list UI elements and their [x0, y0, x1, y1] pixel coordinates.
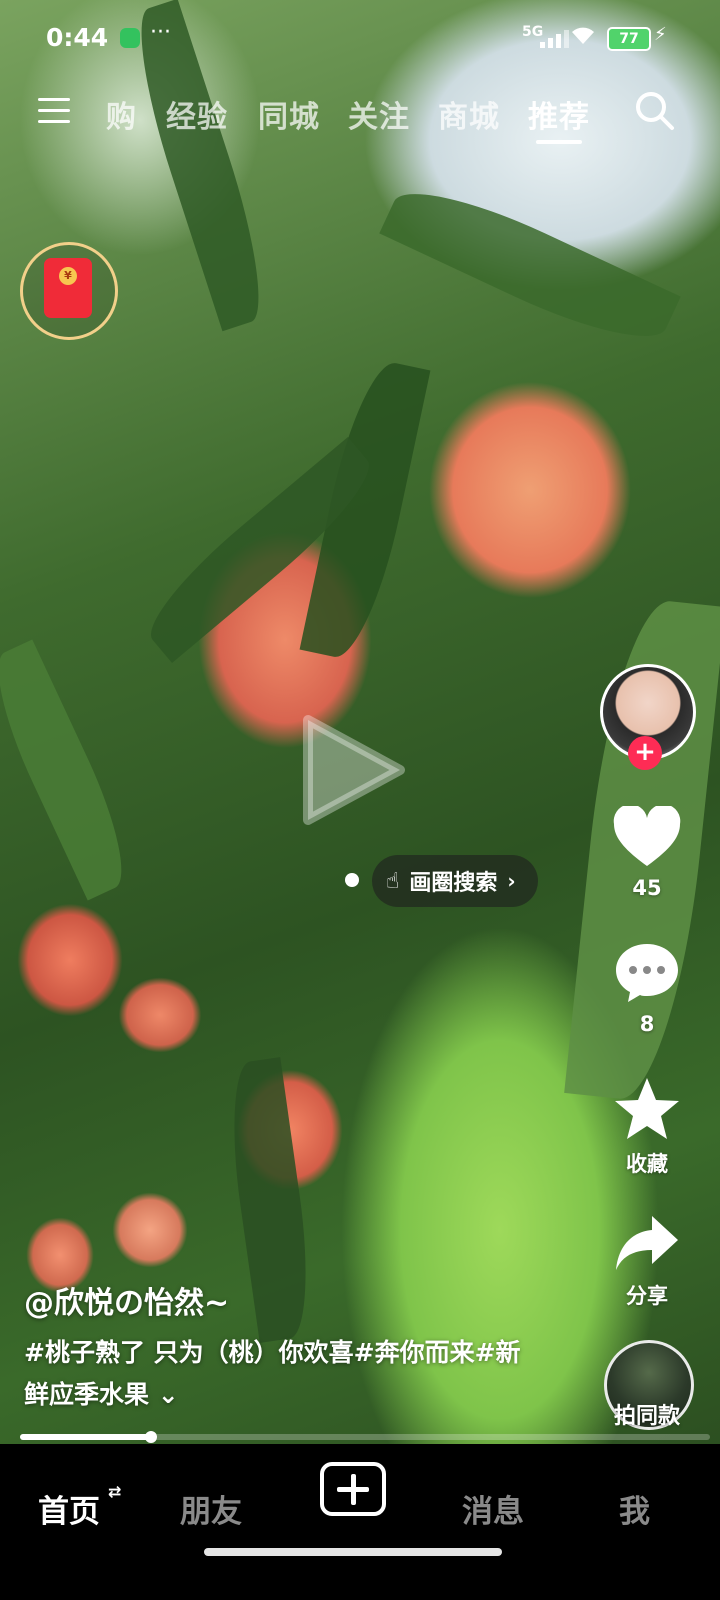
coin-icon: ¥	[59, 267, 77, 285]
menu-icon[interactable]	[38, 98, 70, 124]
video-progress-fill	[20, 1434, 152, 1440]
heart-icon[interactable]	[612, 804, 682, 876]
share-label: 分享	[626, 1284, 668, 1308]
author-name[interactable]: @欣悦の怡然~	[24, 1278, 229, 1322]
circle-search-label: 画圈搜索	[409, 871, 498, 896]
hand-icon: ☝	[386, 868, 400, 894]
follow-plus-button[interactable]: +	[628, 736, 662, 770]
tab-following[interactable]: 关注	[348, 92, 410, 136]
charging-icon: ⚡	[654, 24, 667, 45]
nav-me[interactable]: 我	[619, 1486, 650, 1531]
tab-shop[interactable]: 购	[106, 92, 137, 136]
leaf-decor	[0, 639, 143, 901]
active-tab-indicator	[536, 140, 582, 144]
comment-icon[interactable]	[612, 940, 682, 1010]
wechat-notification-icon	[120, 28, 140, 48]
battery-icon: 77	[607, 27, 651, 51]
nav-home[interactable]: 首页	[38, 1486, 100, 1531]
nav-friends[interactable]: 朋友	[180, 1486, 242, 1531]
red-envelope-button[interactable]: ¥	[20, 242, 118, 340]
plus-icon[interactable]	[320, 1462, 386, 1516]
tab-experience[interactable]: 经验	[166, 92, 228, 136]
leaf-decor	[379, 169, 681, 361]
expand-caption-icon[interactable]: ⌄	[158, 1380, 179, 1409]
status-time: 0:44	[46, 23, 109, 52]
post-caption[interactable]: #桃子熟了 只为（桃）你欢喜#奔你而来#新鲜应季水果 ⌄	[24, 1332, 544, 1416]
tab-mall[interactable]: 商城	[438, 92, 500, 136]
like-count: 45	[632, 876, 662, 900]
more-notifications-icon: ···	[150, 20, 171, 45]
tab-local[interactable]: 同城	[258, 92, 320, 136]
favorite-label: 收藏	[626, 1152, 668, 1176]
star-icon[interactable]	[612, 1076, 682, 1146]
share-icon[interactable]	[612, 1212, 682, 1282]
status-bar: 0:44 ··· 5G 77 ⚡	[0, 0, 720, 76]
wifi-icon	[570, 24, 596, 52]
video-progress-knob[interactable]	[145, 1431, 158, 1443]
search-icon[interactable]	[634, 90, 674, 130]
same-shot-label: 拍同款	[613, 1404, 680, 1429]
leaf-decor	[220, 1057, 320, 1343]
play-icon[interactable]	[300, 710, 410, 830]
tab-recommend[interactable]: 推荐	[528, 92, 590, 136]
comment-count: 8	[639, 1012, 655, 1036]
circle-search-button[interactable]: ☝ 画圈搜索 ›	[372, 855, 538, 907]
circle-search-dot	[345, 873, 359, 887]
caption-text: #桃子熟了 只为（桃）你欢喜#奔你而来#新鲜应季水果	[24, 1338, 521, 1409]
video-progress-bar[interactable]	[20, 1431, 710, 1443]
home-indicator[interactable]	[204, 1548, 502, 1556]
chevron-right-icon: ›	[507, 869, 516, 893]
home-swap-icon[interactable]: ⇄	[108, 1482, 121, 1501]
nav-messages[interactable]: 消息	[462, 1486, 524, 1531]
